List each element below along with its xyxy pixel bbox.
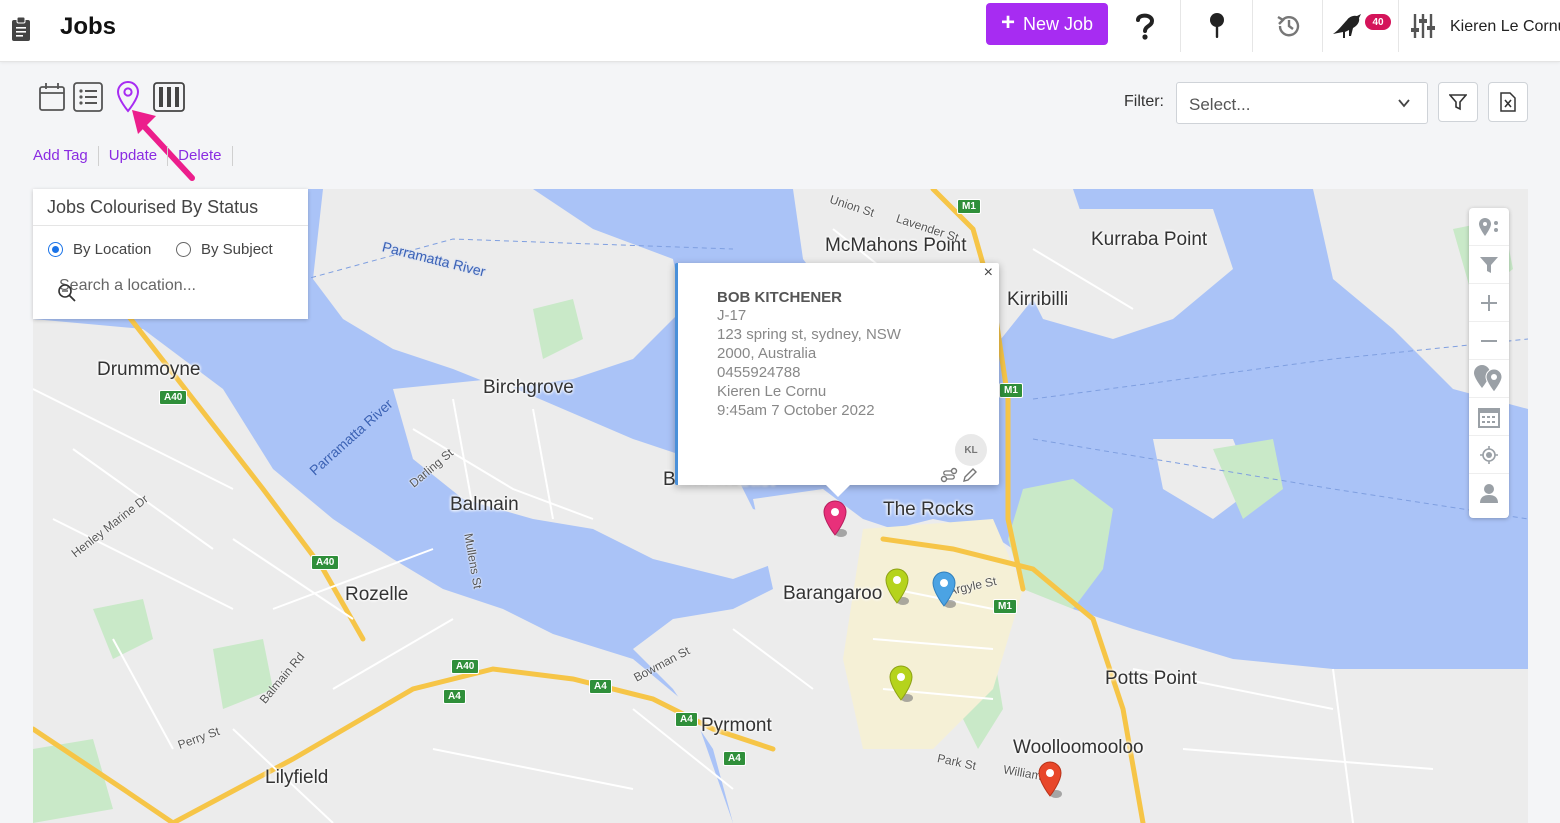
place-label: Lilyfield xyxy=(265,767,329,788)
road-shield: A40 xyxy=(311,555,340,570)
add-tag-link[interactable]: Add Tag xyxy=(33,146,99,166)
radio-dot-checked xyxy=(48,242,63,257)
popup-assignee: Kieren Le Cornu xyxy=(717,383,827,400)
place-label: Woolloomooloo xyxy=(1013,737,1144,758)
my-location-icon[interactable] xyxy=(1469,436,1509,474)
update-link[interactable]: Update xyxy=(99,146,169,166)
location-search-input[interactable]: Search a location... xyxy=(59,277,196,295)
person-icon[interactable] xyxy=(1469,474,1509,512)
notifications-badge: 40 xyxy=(1365,14,1391,30)
new-job-button[interactable]: + New Job xyxy=(986,3,1108,45)
avatar: KL xyxy=(955,434,987,466)
map-pin-icon[interactable] xyxy=(1200,9,1234,43)
filter-button[interactable] xyxy=(1438,82,1478,122)
job-info-popup: × BOB KITCHENER J-17 123 spring st, sydn… xyxy=(675,263,999,497)
filter-label: Filter: xyxy=(1124,93,1164,110)
popup-datetime: 9:45am 7 October 2022 xyxy=(717,402,875,419)
calendar-view-icon[interactable] xyxy=(36,81,68,113)
radio-label: By Subject xyxy=(201,241,273,258)
radio-by-location[interactable]: By Location xyxy=(48,241,151,258)
road-shield: A4 xyxy=(675,712,698,727)
plus-icon: + xyxy=(1000,9,1015,36)
pin-settings-icon[interactable] xyxy=(1469,208,1509,246)
popup-address-line1: 123 spring st, sydney, NSW xyxy=(717,326,901,343)
bird-notifications-icon[interactable] xyxy=(1330,9,1364,43)
filter-select[interactable]: Select... xyxy=(1176,82,1428,124)
zoom-out-icon[interactable] xyxy=(1469,322,1509,360)
settings-sliders-icon[interactable] xyxy=(1406,9,1440,43)
place-label: Drummoyne xyxy=(97,359,201,380)
place-label: Kirribilli xyxy=(1007,289,1069,310)
cluster-pins-icon[interactable] xyxy=(1469,360,1509,398)
road-shield: A4 xyxy=(723,751,746,766)
popup-customer-name: BOB KITCHENER xyxy=(717,289,843,306)
annotation-arrow xyxy=(132,110,195,181)
radio-by-subject[interactable]: By Subject xyxy=(176,241,273,258)
route-icon[interactable] xyxy=(940,467,958,483)
job-pin[interactable] xyxy=(930,570,958,610)
export-excel-button[interactable] xyxy=(1488,82,1528,122)
popup-address-line2: 2000, Australia xyxy=(717,345,817,362)
help-icon[interactable] xyxy=(1128,9,1162,43)
calendar-icon[interactable] xyxy=(1469,398,1509,436)
map-location-panel: Jobs Colourised By Status By Location By… xyxy=(33,189,308,319)
filter-funnel-icon xyxy=(1449,94,1467,111)
history-icon[interactable] xyxy=(1272,9,1306,43)
delete-link[interactable]: Delete xyxy=(168,146,233,166)
zoom-in-icon[interactable] xyxy=(1469,284,1509,322)
close-icon[interactable]: × xyxy=(984,264,993,282)
place-label: The Rocks xyxy=(883,499,974,520)
popup-job-id[interactable]: J-17 xyxy=(717,307,746,324)
clipboard-icon xyxy=(12,16,30,41)
road-shield: A40 xyxy=(451,659,480,674)
radio-label: By Location xyxy=(73,241,152,258)
job-pin[interactable] xyxy=(1036,760,1064,800)
place-label: Pyrmont xyxy=(701,715,772,736)
filter-icon[interactable] xyxy=(1469,246,1509,284)
top-bar: Jobs + New Job 40 Kieren Le Cornu xyxy=(0,0,1560,62)
road-shield: M1 xyxy=(957,199,981,214)
page-title: Jobs xyxy=(60,13,117,40)
filter-select-placeholder: Select... xyxy=(1189,95,1251,114)
popup-phone: 0455924788 xyxy=(717,364,801,381)
chevron-down-icon xyxy=(1398,99,1410,108)
excel-file-icon xyxy=(1500,92,1516,112)
place-label: Barangaroo xyxy=(783,583,883,604)
road-shield: A40 xyxy=(159,390,188,405)
road-shield: A4 xyxy=(443,689,466,704)
panel-title: Jobs Colourised By Status xyxy=(47,197,259,217)
place-label: Kurraba Point xyxy=(1091,229,1208,250)
list-view-icon[interactable] xyxy=(72,81,104,113)
place-label: Balmain xyxy=(450,494,519,515)
job-pin[interactable] xyxy=(821,499,849,539)
road-shield: M1 xyxy=(999,383,1023,398)
road-shield: M1 xyxy=(993,599,1017,614)
search-icon xyxy=(58,284,76,302)
action-links: Add Tag Update Delete xyxy=(33,146,233,166)
edit-pencil-icon[interactable] xyxy=(962,467,978,483)
place-label: Rozelle xyxy=(345,584,409,605)
map-controls xyxy=(1469,208,1509,518)
place-label: Birchgrove xyxy=(483,377,574,398)
job-pin[interactable] xyxy=(887,664,915,704)
new-job-label: New Job xyxy=(1022,13,1094,34)
road-shield: A4 xyxy=(589,679,612,694)
user-name[interactable]: Kieren Le Cornu xyxy=(1450,18,1560,36)
job-pin[interactable] xyxy=(883,567,911,607)
radio-dot xyxy=(176,242,191,257)
place-label: Potts Point xyxy=(1105,668,1197,689)
